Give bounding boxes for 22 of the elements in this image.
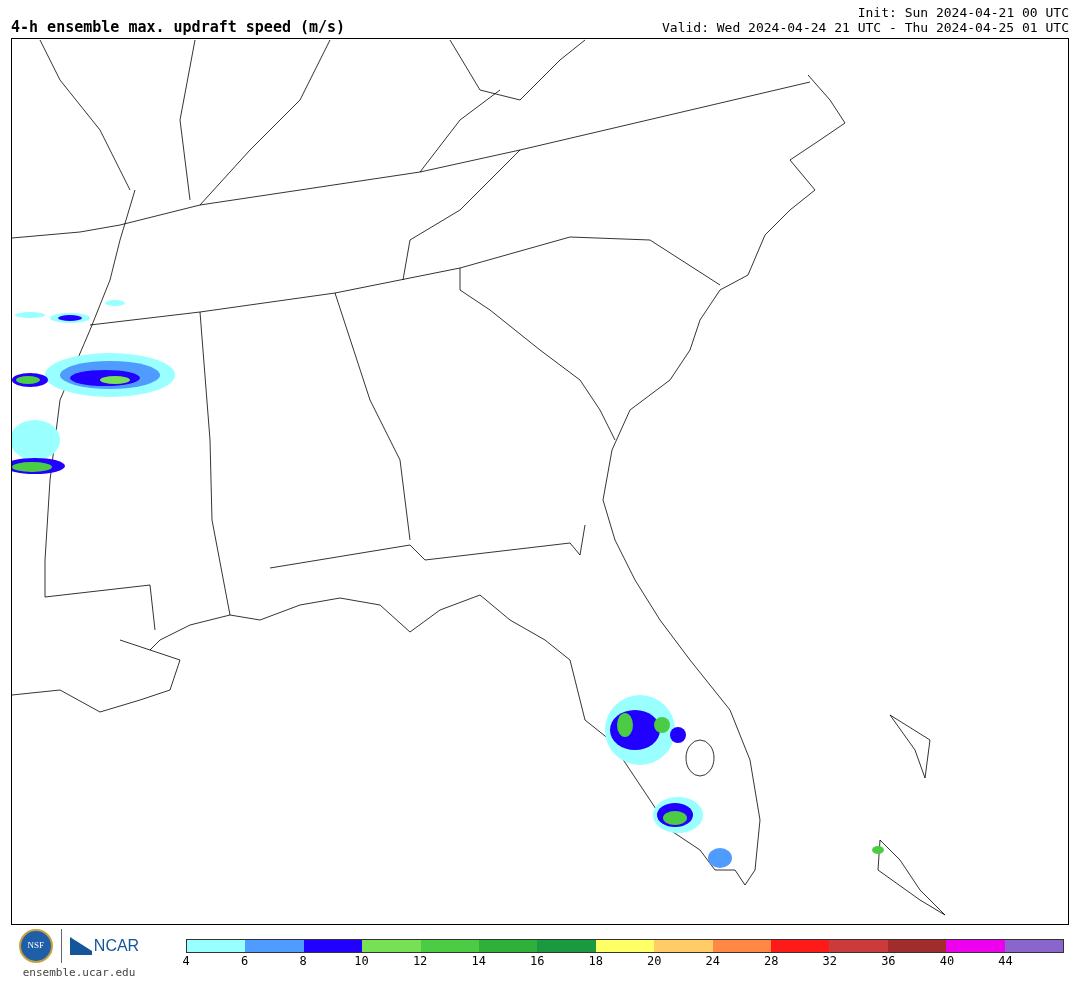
legend-tick-label: 40 (939, 955, 955, 967)
legend-tick-label: 16 (529, 955, 545, 967)
legend-tick-label: 44 (998, 955, 1013, 967)
ncar-logo: NCAR (93, 936, 140, 956)
site-url: ensemble.ucar.edu (22, 965, 136, 981)
legend-tick-label: 18 (588, 955, 603, 967)
legend-tick-label: 24 (705, 955, 720, 967)
map-title: 4-h ensemble max. updraft speed (m/s) (11, 20, 346, 35)
legend-tick-label: 36 (881, 955, 896, 967)
legend-tick-label: 6 (240, 955, 249, 967)
legend-tick-label: 10 (354, 955, 369, 967)
legend-tick-label: 20 (647, 955, 662, 967)
legend-tick-label: 32 (822, 955, 838, 967)
legend-tick-label: 12 (412, 955, 428, 967)
legend-tick-label: 28 (764, 955, 779, 967)
legend-tick-label: 8 (299, 955, 307, 967)
init-time: Init: Sun 2024-04-21 00 UTC (857, 5, 1069, 20)
ncar-mark-icon (69, 937, 92, 955)
nsf-logo: NSF (18, 929, 53, 963)
legend-tick-label: 14 (471, 955, 486, 967)
valid-time: Valid: Wed 2024-04-24 21 UTC - Thu 2024-04-25 01 UTC (662, 20, 1069, 35)
legend-tick-label: 4 (182, 955, 190, 967)
